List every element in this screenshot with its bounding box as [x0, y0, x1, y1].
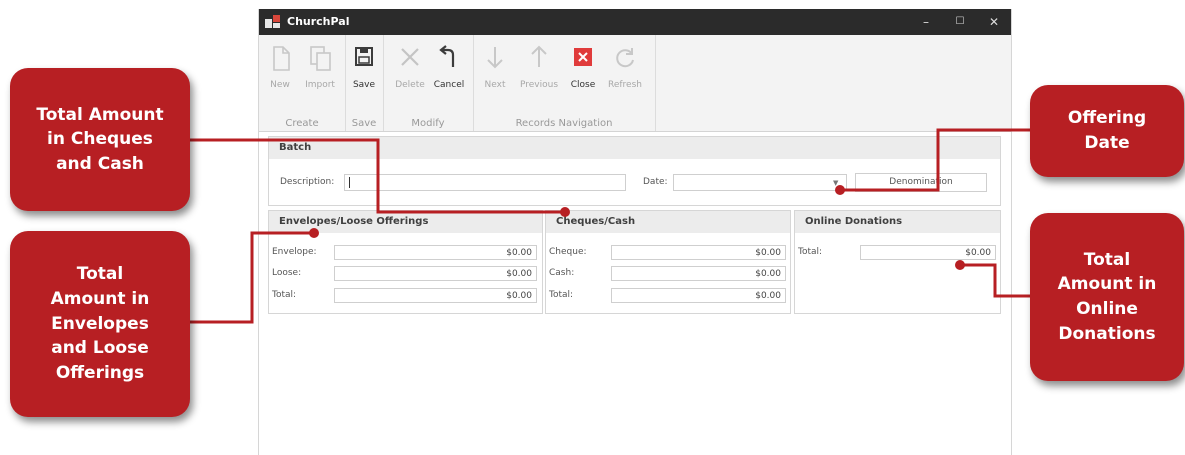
- callout-online-donations: Total Amount in Online Donations: [1030, 213, 1184, 381]
- callout-envelopes-loose: Total Amount in Envelopes and Loose Offe…: [10, 231, 190, 417]
- callout-cheques-cash: Total Amount in Cheques and Cash: [10, 68, 190, 211]
- callout-offering-date: Offering Date: [1030, 85, 1184, 177]
